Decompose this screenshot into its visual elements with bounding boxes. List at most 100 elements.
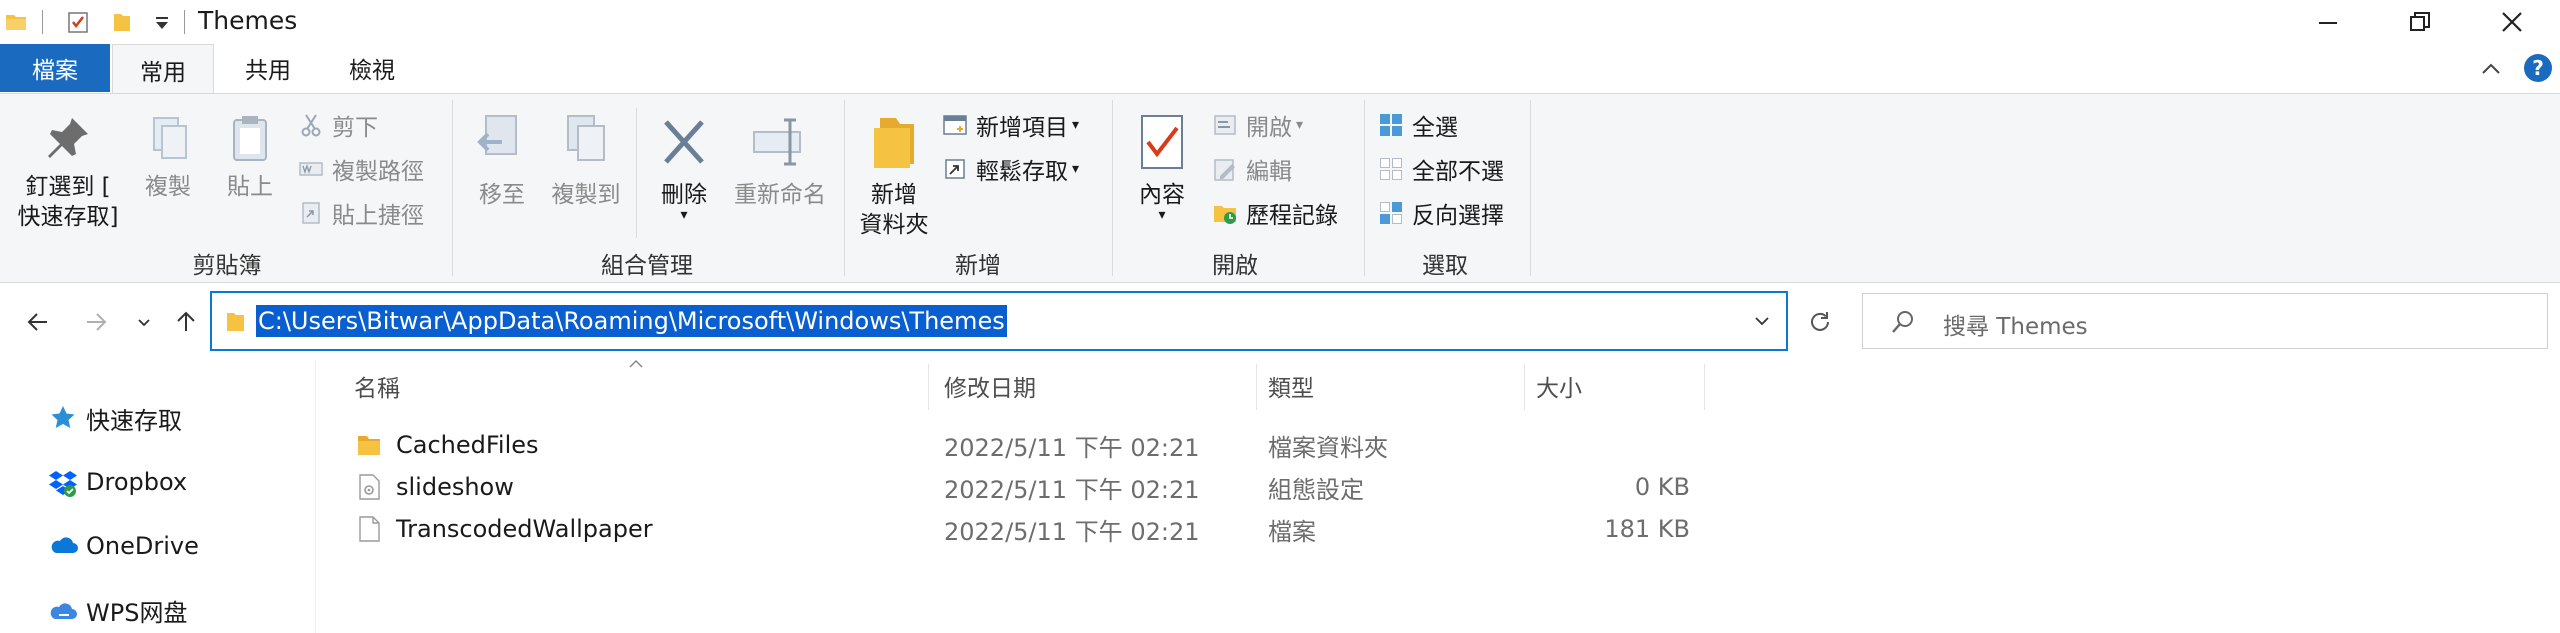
- nav-item-dropbox[interactable]: Dropbox: [48, 462, 187, 502]
- file-type: 組態設定: [1268, 475, 1364, 504]
- open-label: 開啟: [1246, 115, 1292, 141]
- easy-access-button[interactable]: 輕鬆存取 ▾: [942, 152, 1079, 186]
- open-icon: [1214, 115, 1236, 135]
- group-label-select: 選取: [1422, 253, 1468, 279]
- back-button[interactable]: [20, 304, 56, 340]
- tab-home[interactable]: 常用: [112, 44, 214, 94]
- edit-button[interactable]: 編輯: [1212, 152, 1292, 186]
- move-to-button[interactable]: 移至: [462, 112, 542, 210]
- search-box[interactable]: 搜尋 Themes: [1862, 293, 2548, 349]
- paste-button[interactable]: 貼上: [212, 112, 288, 202]
- history-button[interactable]: 歷程記錄: [1212, 196, 1338, 230]
- restore-button[interactable]: [2374, 0, 2466, 44]
- new-folder-label-2: 資料夾: [859, 212, 929, 238]
- cut-label: 剪下: [332, 115, 378, 141]
- address-bar[interactable]: C:\Users\Bitwar\AppData\Roaming\Microsof…: [210, 291, 1788, 351]
- new-item-button[interactable]: 新增項目 ▾: [942, 108, 1079, 142]
- invert-selection-button[interactable]: 反向選擇: [1378, 196, 1504, 230]
- delete-button[interactable]: 刪除 ▾: [644, 112, 724, 222]
- nav-item-label: OneDrive: [86, 532, 199, 560]
- arrow-left-icon: [27, 313, 47, 331]
- edit-label: 編輯: [1246, 159, 1292, 185]
- file-name: TranscodedWallpaper: [396, 515, 653, 543]
- new-folder-icon[interactable]: [110, 10, 134, 34]
- paste-label: 貼上: [227, 174, 273, 200]
- new-folder-button[interactable]: 新增 資料夾: [852, 112, 936, 240]
- open-button[interactable]: 開啟 ▾: [1212, 108, 1303, 142]
- column-header-size[interactable]: 大小: [1536, 366, 1686, 406]
- folder-icon: [358, 436, 380, 455]
- open-dropdown-icon: ▾: [1296, 117, 1304, 133]
- refresh-button[interactable]: [1800, 302, 1840, 342]
- select-all-button[interactable]: 全選: [1378, 108, 1458, 142]
- copy-path-button[interactable]: 複製路徑: [298, 152, 424, 186]
- invert-selection-icon: [1380, 202, 1402, 224]
- file-type: 檔案資料夾: [1268, 433, 1388, 462]
- wps-cloud-icon: [50, 603, 77, 619]
- pin-to-quick-access-button[interactable]: 釘選到 [ 快速存取]: [10, 112, 126, 232]
- search-input[interactable]: 搜尋 Themes: [1943, 307, 2088, 341]
- tab-share[interactable]: 共用: [218, 44, 318, 92]
- customize-qat-icon[interactable]: [150, 10, 174, 34]
- table-row[interactable]: CachedFiles 2022/5/11 下午 02:21 檔案資料夾: [346, 424, 1706, 466]
- nav-item-wps[interactable]: WPS网盘: [48, 590, 187, 630]
- recent-locations-button[interactable]: [126, 304, 162, 340]
- properties-button[interactable]: 內容 ▾: [1122, 112, 1202, 222]
- move-to-label: 移至: [479, 182, 525, 208]
- rename-button[interactable]: 重新命名: [728, 112, 832, 210]
- column-header-name[interactable]: 名稱: [354, 366, 914, 406]
- select-none-icon: [1380, 158, 1402, 180]
- paste-shortcut-icon: [302, 202, 320, 224]
- easy-access-icon: [945, 159, 965, 179]
- select-none-button[interactable]: 全部不選: [1378, 152, 1504, 186]
- arrow-up-icon: [177, 311, 195, 331]
- move-to-icon: [477, 115, 517, 155]
- window-title: Themes: [198, 6, 298, 35]
- up-button[interactable]: [168, 304, 204, 340]
- copy-to-label: 複製到: [551, 182, 621, 208]
- nav-item-label: WPS网盘: [86, 598, 188, 627]
- new-folder-icon: [874, 118, 914, 168]
- pin-label-1: 釘選到 [: [25, 174, 111, 200]
- cut-button[interactable]: 剪下: [298, 108, 378, 142]
- nav-item-label: Dropbox: [86, 468, 188, 496]
- file-modified: 2022/5/11 下午 02:21: [944, 475, 1200, 504]
- nav-item-quick-access[interactable]: 快速存取: [48, 398, 182, 438]
- easy-access-label: 輕鬆存取: [976, 159, 1068, 185]
- column-header-type[interactable]: 類型: [1268, 366, 1518, 406]
- copy-icon: [153, 117, 187, 159]
- navigation-pane: 快速存取 Dropbox OneDrive WPS网盘: [0, 360, 316, 633]
- forward-button[interactable]: [78, 304, 114, 340]
- file-modified: 2022/5/11 下午 02:21: [944, 433, 1200, 462]
- file-size: [1536, 424, 1690, 466]
- column-header-modified[interactable]: 修改日期: [944, 366, 1244, 406]
- tab-view[interactable]: 檢視: [322, 44, 422, 92]
- close-button[interactable]: [2466, 0, 2558, 44]
- table-row[interactable]: TranscodedWallpaper 2022/5/11 下午 02:21 檔…: [346, 508, 1706, 550]
- file-size: 181 KB: [1604, 515, 1690, 543]
- copy-button[interactable]: 複製: [130, 112, 206, 202]
- tab-file[interactable]: 檔案: [0, 44, 110, 92]
- address-dropdown-icon[interactable]: [1750, 309, 1774, 333]
- nav-item-label: 快速存取: [86, 406, 182, 435]
- file-icon: [359, 516, 380, 542]
- help-icon[interactable]: ?: [2522, 52, 2554, 84]
- minimize-button[interactable]: [2282, 0, 2374, 44]
- nav-item-onedrive[interactable]: OneDrive: [48, 526, 199, 566]
- table-row[interactable]: slideshow 2022/5/11 下午 02:21 組態設定 0 KB: [346, 466, 1706, 508]
- file-name: CachedFiles: [396, 431, 539, 459]
- paste-shortcut-button[interactable]: 貼上捷徑: [298, 196, 424, 230]
- new-item-label: 新增項目: [976, 115, 1068, 141]
- paste-icon: [233, 116, 267, 161]
- select-all-label: 全選: [1412, 115, 1458, 141]
- delete-label: 刪除: [661, 182, 707, 208]
- pin-icon: [48, 118, 88, 158]
- paste-shortcut-label: 貼上捷徑: [332, 203, 424, 229]
- address-path[interactable]: C:\Users\Bitwar\AppData\Roaming\Microsof…: [256, 305, 1007, 337]
- history-icon: [1214, 206, 1236, 224]
- properties-icon[interactable]: [66, 10, 90, 34]
- copy-to-button[interactable]: 複製到: [546, 112, 626, 210]
- delete-icon: [664, 120, 704, 164]
- copy-to-icon: [567, 115, 605, 161]
- collapse-ribbon-icon[interactable]: [2478, 56, 2504, 82]
